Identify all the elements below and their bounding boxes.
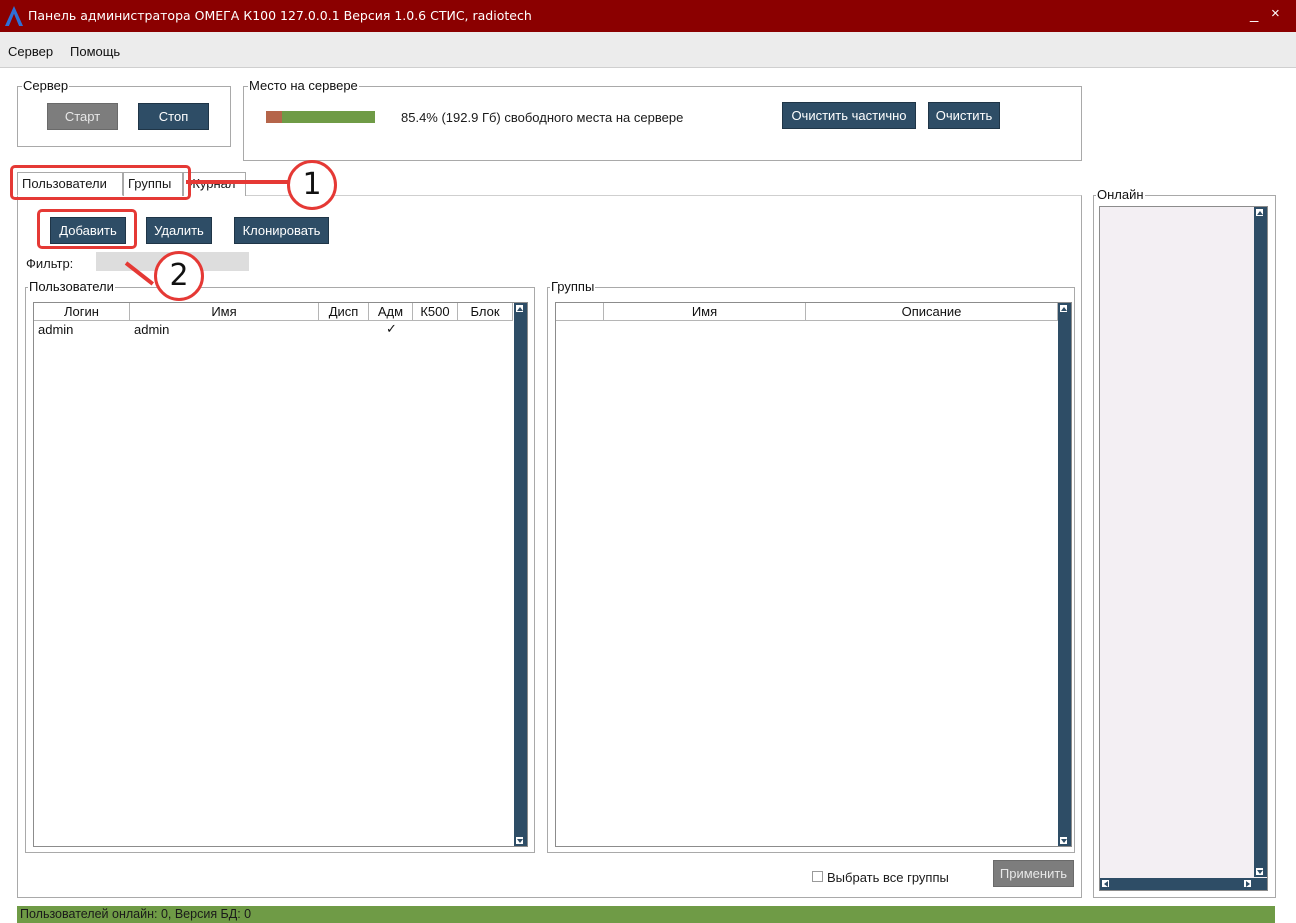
menu-help[interactable]: Помощь: [70, 44, 120, 59]
close-button[interactable]: ×: [1271, 5, 1280, 22]
scroll-down-icon[interactable]: [1059, 836, 1068, 845]
groups-col-select[interactable]: [556, 303, 604, 321]
users-col-name[interactable]: Имя: [130, 303, 319, 321]
clear-partial-button[interactable]: Очистить частично: [782, 102, 916, 129]
scroll-right-icon[interactable]: [1243, 879, 1252, 888]
app-logo-icon: [5, 6, 23, 26]
status-bar: Пользователей онлайн: 0, Версия БД: 0: [17, 906, 1275, 923]
users-col-login[interactable]: Логин: [34, 303, 130, 321]
scroll-down-icon[interactable]: [1255, 867, 1264, 876]
apply-button[interactable]: Применить: [993, 860, 1074, 887]
users-table: Логин Имя Дисп Адм К500 Блок admin admin…: [33, 302, 528, 847]
table-row[interactable]: admin admin ✓: [34, 321, 514, 337]
groups-col-description[interactable]: Описание: [806, 303, 1058, 321]
annotation-callout-2: 2: [154, 251, 204, 301]
groups-col-name[interactable]: Имя: [604, 303, 806, 321]
start-button[interactable]: Старт: [47, 103, 118, 130]
users-col-block[interactable]: Блок: [458, 303, 513, 321]
stop-button[interactable]: Стоп: [138, 103, 209, 130]
user-adm-cell: ✓: [386, 321, 397, 336]
scroll-up-icon[interactable]: [1255, 208, 1264, 217]
select-all-checkbox[interactable]: [812, 871, 823, 882]
menu-server[interactable]: Сервер: [8, 44, 53, 59]
scroll-left-icon[interactable]: [1101, 879, 1110, 888]
annotation-highlight-add: [37, 209, 137, 249]
tab-users[interactable]: Пользователи: [17, 172, 123, 196]
disk-usage-fill: [266, 111, 282, 123]
delete-button[interactable]: Удалить: [146, 217, 212, 244]
server-group-label: Сервер: [22, 78, 70, 94]
scroll-up-icon[interactable]: [515, 304, 524, 313]
disk-space-group-label: Место на сервере: [248, 78, 359, 94]
users-group-label: Пользователи: [28, 279, 115, 295]
online-list: [1099, 206, 1268, 891]
users-scrollbar[interactable]: [514, 303, 527, 846]
tab-journal[interactable]: Журнал: [183, 172, 246, 196]
disk-usage-bar: [266, 111, 375, 123]
filter-label: Фильтр:: [26, 256, 74, 271]
title-bar: Панель администратора ОМЕГА К100 127.0.0…: [0, 0, 1296, 32]
free-space-text: 85.4% (192.9 Гб) свободного места на сер…: [401, 110, 684, 125]
groups-scrollbar[interactable]: [1058, 303, 1071, 846]
user-name-cell: admin: [134, 322, 170, 337]
groups-table: Имя Описание: [555, 302, 1072, 847]
select-all-label: Выбрать все группы: [827, 870, 949, 885]
users-col-adm[interactable]: Адм: [369, 303, 413, 321]
scroll-up-icon[interactable]: [1059, 304, 1068, 313]
users-col-k500[interactable]: К500: [413, 303, 458, 321]
user-login-cell: admin: [38, 322, 74, 337]
annotation-connector-1: [186, 180, 290, 184]
users-col-disp[interactable]: Дисп: [319, 303, 369, 321]
annotation-callout-1: 1: [287, 160, 337, 210]
scroll-down-icon[interactable]: [515, 836, 524, 845]
minimize-button[interactable]: _: [1250, 6, 1258, 23]
online-hscrollbar[interactable]: [1100, 878, 1267, 890]
window-title: Панель администратора ОМЕГА К100 127.0.0…: [28, 8, 532, 23]
clear-button[interactable]: Очистить: [928, 102, 1000, 129]
groups-group-label: Группы: [550, 279, 596, 295]
menu-bar: Сервер Помощь: [0, 32, 1296, 68]
online-scrollbar[interactable]: [1254, 207, 1267, 877]
clone-button[interactable]: Клонировать: [234, 217, 329, 244]
online-group-label: Онлайн: [1096, 187, 1145, 203]
